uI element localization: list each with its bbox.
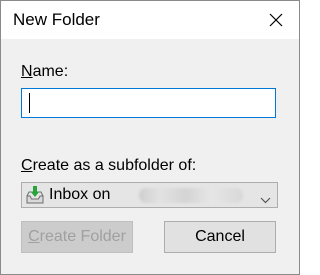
create-access-key: C: [28, 228, 40, 245]
close-icon: [269, 13, 283, 27]
name-label-text: ame:: [32, 63, 69, 80]
subfolder-label: Create as a subfolder of:: [21, 157, 196, 175]
text-caret: [29, 93, 30, 113]
dialog-title: New Folder: [13, 10, 100, 29]
name-access-key: N: [21, 63, 33, 80]
parent-folder-select[interactable]: Inbox on: [21, 182, 278, 208]
name-label: Name:: [21, 63, 68, 81]
folder-name-input[interactable]: [21, 88, 276, 118]
create-folder-button[interactable]: Create Folder: [21, 221, 133, 253]
redacted-email: [139, 188, 243, 203]
cancel-button[interactable]: Cancel: [164, 221, 276, 253]
inbox-icon: [25, 185, 45, 205]
title-bar: New Folder: [1, 1, 299, 39]
new-folder-dialog: New Folder Name: Create as a subfolder o…: [0, 0, 300, 275]
subfolder-label-text: reate as a subfolder of:: [32, 157, 197, 174]
close-button[interactable]: [253, 1, 299, 39]
chevron-down-icon: [260, 191, 271, 209]
create-folder-label: reate Folder: [39, 228, 126, 245]
subfolder-access-key: C: [21, 157, 33, 174]
selected-folder-text: Inbox on: [49, 186, 111, 203]
